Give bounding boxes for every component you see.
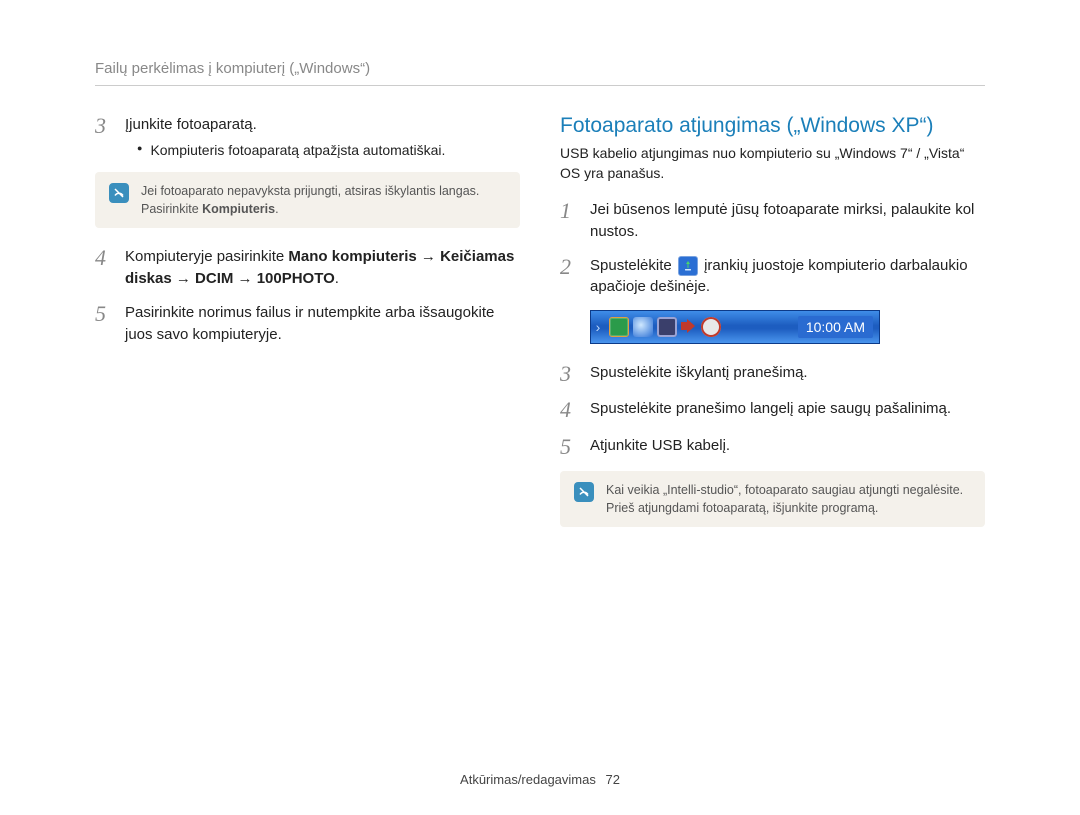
step-text: Įjunkite fotoaparatą. [125,116,257,133]
bullet-item: Kompiuteris fotoaparatą atpažįsta automa… [137,140,520,160]
page-header: Failų perkėlimas į kompiuterį („Windows“… [95,60,985,86]
note-text-c: . [275,202,278,216]
taskbar-safely-remove-icon [609,317,629,337]
taskbar-clock: 10:00 AM [798,316,873,338]
taskbar-chevron-icon: › [591,311,605,343]
left-step-5: 5 Pasirinkite norimus failus ir nutempki… [95,302,520,346]
step4-post: . [335,270,339,287]
step-body: Įjunkite fotoaparatą. Kompiuteris fotoap… [125,114,520,160]
step-text: Atjunkite USB kabelį. [590,435,985,457]
taskbar-volume-icon [681,319,697,335]
step-number: 1 [560,199,578,223]
step-text: Jei būsenos lemputė jūsų fotoaparate mir… [590,199,985,243]
step-text: Spustelėkite pranešimo langelį apie saug… [590,398,985,420]
note-box-1: Jei fotoaparato nepavyksta prijungti, at… [95,172,520,228]
taskbar-screenshot: › 10:00 AM [590,310,880,344]
right-step-3: 3 Spustelėkite iškylantį pranešimą. [560,362,985,386]
note-icon [109,183,129,203]
step4-pre: Kompiuteryje pasirinkite [125,248,288,265]
note-text-bold: Kompiuteris [202,202,275,216]
note-box-2: Kai veikia „Intelli-studio“, fotoaparato… [560,471,985,527]
bullet-text: Kompiuteris fotoaparatą atpažįsta automa… [150,140,445,160]
right-step-1: 1 Jei būsenos lemputė jūsų fotoaparate m… [560,199,985,243]
step-body: Kompiuteryje pasirinkite Mano kompiuteri… [125,246,520,290]
footer-page-number: 72 [605,772,619,787]
right-column: Fotoaparato atjungimas („Windows XP“) US… [560,114,985,545]
left-column: 3 Įjunkite fotoaparatą. Kompiuteris foto… [95,114,520,545]
note-text: Kai veikia „Intelli-studio“, fotoaparato… [606,481,971,517]
taskbar-monitor-icon [657,317,677,337]
step-number: 2 [560,255,578,279]
note-text: Jei fotoaparato nepavyksta prijungti, at… [141,182,506,218]
step-body: Spustelėkite įrankių juostoje kompiuteri… [590,255,985,299]
left-step-4: 4 Kompiuteryje pasirinkite Mano kompiute… [95,246,520,290]
page-footer: Atkūrimas/redagavimas 72 [0,772,1080,787]
taskbar-antivirus-icon [701,317,721,337]
step-text: Pasirinkite norimus failus ir nutempkite… [125,302,520,346]
step-number: 5 [560,435,578,459]
left-step-3: 3 Įjunkite fotoaparatą. Kompiuteris foto… [95,114,520,160]
right-step-4: 4 Spustelėkite pranešimo langelį apie sa… [560,398,985,422]
taskbar-network-icon [633,317,653,337]
right-step-2: 2 Spustelėkite įrankių juostoje kompiute… [560,255,985,299]
step-number: 5 [95,302,113,326]
footer-section: Atkūrimas/redagavimas [460,772,596,787]
section-subtitle: USB kabelio atjungimas nuo kompiuterio s… [560,144,985,183]
note-text-a: Jei fotoaparato nepavyksta prijungti, at… [141,184,479,216]
step-number: 3 [95,114,113,138]
safely-remove-hardware-icon [678,256,698,276]
step-number: 3 [560,362,578,386]
right-step-5: 5 Atjunkite USB kabelį. [560,435,985,459]
step2-pre: Spustelėkite [590,257,676,274]
step-number: 4 [560,398,578,422]
note-icon [574,482,594,502]
step-text: Spustelėkite iškylantį pranešimą. [590,362,985,384]
content-columns: 3 Įjunkite fotoaparatą. Kompiuteris foto… [95,114,985,545]
step-number: 4 [95,246,113,270]
section-title: Fotoaparato atjungimas („Windows XP“) [560,114,985,138]
